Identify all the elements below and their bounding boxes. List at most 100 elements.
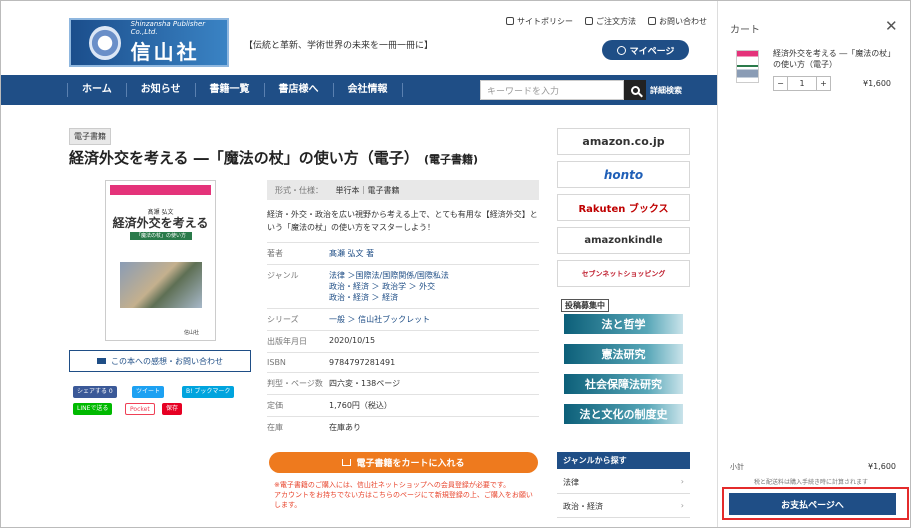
tagline: 【伝統と革新、学術世界の未来を一冊一冊に】 bbox=[244, 41, 434, 51]
spec-key: 出版年月日 bbox=[267, 337, 307, 346]
cart-icon bbox=[342, 459, 352, 466]
genre-item-law[interactable]: 法律 › bbox=[557, 470, 690, 494]
checkout-button[interactable]: お支払ページへ bbox=[729, 493, 896, 515]
journal-social-security-law[interactable]: 社会保障法研究 bbox=[564, 374, 683, 394]
chevron-right-icon: › bbox=[680, 477, 684, 486]
cart-title: カート bbox=[730, 25, 760, 36]
decrease-button[interactable]: − bbox=[773, 76, 788, 91]
format-row: 形式・仕様： 単行本｜電子書籍 bbox=[267, 180, 539, 200]
logo-emblem-icon bbox=[89, 25, 121, 60]
genre-label: 政治・経済 bbox=[563, 502, 603, 511]
spec-key: ISBN bbox=[267, 358, 286, 367]
honto-link[interactable]: honto bbox=[557, 161, 690, 188]
book-description: 経済・外交・政治を広い視野から考える上で、とても有用な【経済外交】という「魔法の… bbox=[267, 210, 538, 232]
kindle-link[interactable]: amazonkindle bbox=[557, 227, 690, 254]
nav-company[interactable]: 会社情報 bbox=[334, 83, 403, 97]
hatena-bookmark-button[interactable]: B! ブックマーク bbox=[182, 386, 235, 398]
author-link[interactable]: 髙瀬 弘文 著 bbox=[329, 248, 539, 259]
nav-bookstores[interactable]: 書店様へ bbox=[265, 83, 334, 97]
inquiry-button[interactable]: この本への感想・お問い合わせ bbox=[69, 350, 251, 372]
seven-net-link[interactable]: セブンネットショッピング bbox=[557, 260, 690, 287]
spec-value: 2020/10/15 bbox=[329, 336, 376, 345]
genre-links[interactable]: 法律 ＞国際法/国際関係/国際私法 政治・経済 ＞ 政治学 ＞ 外交 政治・経済… bbox=[329, 270, 539, 303]
spec-value: 四六変・138ページ bbox=[329, 379, 401, 388]
spec-row: 著者 髙瀬 弘文 著 bbox=[267, 242, 539, 264]
call-for-papers-badge: 投稿募集中 bbox=[561, 299, 609, 312]
quantity-input[interactable]: 1 bbox=[788, 76, 816, 91]
category-badge: 電子書籍 bbox=[69, 128, 111, 145]
spec-row: 出版年月日 2020/10/15 bbox=[267, 330, 539, 352]
product-page: Shinzansha Publisher Co.,Ltd. 信山社 【伝統と革新… bbox=[1, 1, 717, 527]
spec-value: 1,760円（税込） bbox=[329, 401, 392, 410]
order-method-link[interactable]: ご注文方法 bbox=[585, 16, 636, 27]
contact-link[interactable]: お問い合わせ bbox=[648, 16, 707, 27]
chevron-right-icon: › bbox=[680, 501, 684, 510]
spec-row: シリーズ 一般 ＞ 信山社ブックレット bbox=[267, 308, 539, 330]
order-method-label: ご注文方法 bbox=[596, 17, 636, 26]
book-cover[interactable]: 髙瀬 弘文 経済外交を考える 「魔法の杖」の使い方 信山社 bbox=[105, 180, 216, 341]
spec-key: シリーズ bbox=[267, 315, 299, 324]
genre-item-politics-economy[interactable]: 政治・経済 › bbox=[557, 494, 690, 518]
search-button[interactable] bbox=[624, 80, 646, 100]
add-to-cart-button[interactable]: 電子書籍をカートに入れる bbox=[269, 452, 538, 473]
cover-photo bbox=[120, 262, 202, 308]
journal-law-culture-history[interactable]: 法と文化の制度史 bbox=[564, 404, 683, 424]
nav-books[interactable]: 書籍一覧 bbox=[196, 83, 265, 97]
cart-item-title[interactable]: 経済外交を考える ―「魔法の杖」の使い方（電子） bbox=[773, 48, 901, 70]
logo-en: Shinzansha Publisher Co.,Ltd. bbox=[130, 20, 206, 36]
subtotal-value: ¥1,600 bbox=[868, 462, 896, 471]
advanced-search-link[interactable]: 詳細検索 bbox=[650, 85, 682, 96]
ebook-note: ※電子書籍のご購入には、信山社ネットショップへの会員登録が必要です。 アカウント… bbox=[274, 481, 533, 509]
cover-top-band bbox=[110, 185, 211, 195]
spec-key: 判型・ページ数 bbox=[267, 379, 323, 388]
contact-label: お問い合わせ bbox=[659, 17, 707, 26]
spec-value: 9784797281491 bbox=[329, 358, 396, 367]
logo-text: Shinzansha Publisher Co.,Ltd. 信山社 bbox=[131, 20, 227, 65]
series-link[interactable]: 一般 ＞ 信山社ブックレット bbox=[329, 314, 539, 325]
page-title: 経済外交を考える ―「魔法の杖」の使い方（電子） (電子書籍) bbox=[69, 147, 478, 168]
cover-subtitle: 「魔法の杖」の使い方 bbox=[130, 232, 192, 240]
book-title: 経済外交を考える ―「魔法の杖」の使い方（電子） bbox=[69, 149, 419, 167]
site-logo[interactable]: Shinzansha Publisher Co.,Ltd. 信山社 bbox=[69, 18, 229, 67]
spec-row: 定価 1,760円（税込） bbox=[267, 394, 539, 416]
mypage-label: マイページ bbox=[629, 46, 675, 57]
browser-frame: Shinzansha Publisher Co.,Ltd. 信山社 【伝統と革新… bbox=[0, 0, 911, 528]
mail-icon bbox=[97, 358, 106, 364]
info-icon bbox=[506, 17, 514, 25]
rakuten-link[interactable]: Rakuten ブックス bbox=[557, 194, 690, 221]
cart-item-thumbnail[interactable] bbox=[736, 50, 759, 83]
add-to-cart-label: 電子書籍をカートに入れる bbox=[356, 459, 465, 469]
site-policy-label: サイトポリシー bbox=[517, 17, 573, 26]
search-input[interactable]: キーワードを入力 bbox=[480, 80, 624, 100]
spec-table: 形式・仕様： 単行本｜電子書籍 経済・外交・政治を広い視野から考える上で、とても… bbox=[267, 180, 539, 438]
increase-button[interactable]: + bbox=[816, 76, 831, 91]
spec-key: ジャンル bbox=[267, 271, 299, 280]
nav-home[interactable]: ホーム bbox=[67, 83, 127, 97]
pinterest-save-button[interactable]: 保存 bbox=[162, 403, 183, 415]
pocket-button[interactable]: Pocket bbox=[125, 403, 155, 415]
close-icon[interactable]: ✕ bbox=[885, 17, 898, 35]
cover-publisher: 信山社 bbox=[184, 330, 200, 336]
inquiry-label: この本への感想・お問い合わせ bbox=[111, 356, 223, 366]
logo-jp: 信山社 bbox=[130, 40, 200, 64]
user-icon bbox=[616, 45, 626, 55]
genre-heading: ジャンルから探す bbox=[557, 452, 690, 469]
amazon-link[interactable]: amazon.co.jp bbox=[557, 128, 690, 155]
journal-constitutional-studies[interactable]: 憲法研究 bbox=[564, 344, 683, 364]
tweet-button[interactable]: ツイート bbox=[132, 386, 165, 398]
cart-panel: カート ✕ 経済外交を考える ―「魔法の杖」の使い方（電子） − 1 + ¥1,… bbox=[717, 1, 910, 527]
line-share-button[interactable]: LINEで送る bbox=[73, 403, 113, 415]
spec-row: ジャンル 法律 ＞国際法/国際関係/国際私法 政治・経済 ＞ 政治学 ＞ 外交 政… bbox=[267, 264, 539, 308]
journal-law-philosophy[interactable]: 法と哲学 bbox=[564, 314, 683, 334]
spec-key: 著者 bbox=[267, 249, 283, 258]
search-icon bbox=[630, 85, 640, 95]
genre-label: 法律 bbox=[563, 478, 579, 487]
format-value: 単行本｜電子書籍 bbox=[335, 186, 400, 195]
document-icon bbox=[585, 17, 593, 25]
nav-news[interactable]: お知らせ bbox=[127, 83, 196, 97]
mail-icon bbox=[648, 17, 656, 25]
spec-value: 在庫あり bbox=[329, 423, 361, 432]
mypage-button[interactable]: マイページ bbox=[602, 40, 689, 60]
facebook-share-button[interactable]: シェアする 0 bbox=[73, 386, 117, 398]
site-policy-link[interactable]: サイトポリシー bbox=[506, 16, 573, 27]
